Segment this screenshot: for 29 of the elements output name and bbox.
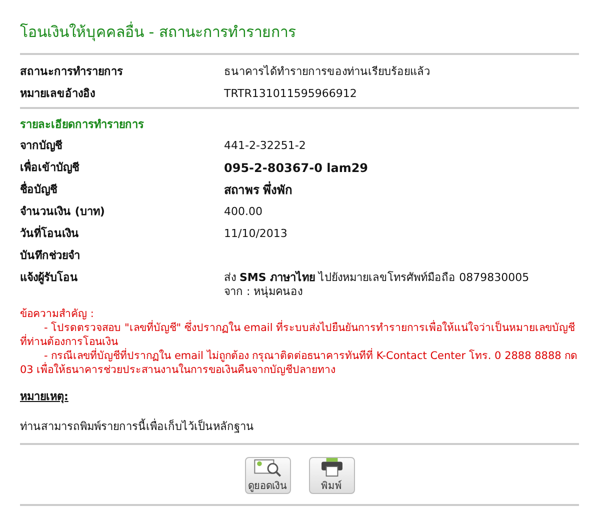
field-label: จากบัญชี: [20, 138, 64, 154]
field-label: หมายเลขอ้างอิง: [20, 86, 96, 102]
field-value: ธนาคารได้ทำรายการของท่านเรียบร้อยแล้ว: [224, 65, 430, 79]
notice-text: - กรณีเลขที่บัญชีที่ปรากฏใน email ไม่ถูกต้อง กรุณาติดต่อธนาคารทันทีที่ K-Contact Center โทร. 0 2888 8888 กด 03 เพื่อให้ธนาคารช่วยประสานงานในการขอเงินคืนจากบัญชีปลายทาง: [20, 349, 579, 377]
field-label: บันทึกช่วยจำ: [20, 248, 81, 264]
field-label: แจ้งผู้รับโอน: [20, 270, 79, 286]
remark-text: ท่านสามารถพิมพ์รายการนี้เพื่อเก็บไว้เป็นหลักฐาน: [20, 418, 255, 435]
field-label: ชื่อบัญชี: [20, 180, 58, 198]
print-button[interactable]: พิมพ์: [308, 457, 354, 494]
remark-heading: หมายเหตุ:: [20, 389, 70, 405]
field-value: ส่ง SMS ภาษาไทย ไปยังหมายเลขโทรศัพท์มือถือ 0879830005: [224, 271, 530, 285]
field-value: TRTR131011595966912: [224, 87, 357, 101]
magnifier-icon: [252, 458, 282, 477]
field-label: วันที่โอนเงิน: [20, 224, 80, 242]
field-value: 441-2-32251-2: [224, 139, 306, 153]
notice-heading: ข้อความสำคัญ :: [20, 307, 95, 321]
field-value: จาก : หนุ่มคนอง: [224, 285, 304, 299]
balance-button[interactable]: ดูยอดเงิน: [244, 457, 290, 494]
section-heading: รายละเอียดการทำรายการ: [20, 117, 145, 133]
field-value: 095-2-80367-0 lam29: [224, 161, 368, 175]
field-label: เพื่อเข้าบัญชี: [20, 158, 80, 176]
field-value: สถาพร พึ่งพัก: [224, 183, 292, 197]
field-label: จำนวนเงิน (บาท): [20, 204, 106, 220]
page-title: โอนเงินให้บุคคลอื่น - สถานะการทำรายการ: [20, 20, 297, 44]
field-label: สถานะการทำรายการ: [20, 64, 124, 80]
field-value: 11/10/2013: [224, 227, 288, 241]
printer-icon: [320, 458, 344, 477]
notice-text: - โปรดตรวจสอบ "เลขที่บัญชี" ซึ่งปรากฏใน email ที่ระบบส่งไปยืนยันการทำรายการเพื่อให้แน่ใจว่าเป็นหมายเลขบัญชีที่ท่านต้องการโอนเงิน: [20, 321, 576, 348]
field-value: 400.00: [224, 205, 262, 219]
